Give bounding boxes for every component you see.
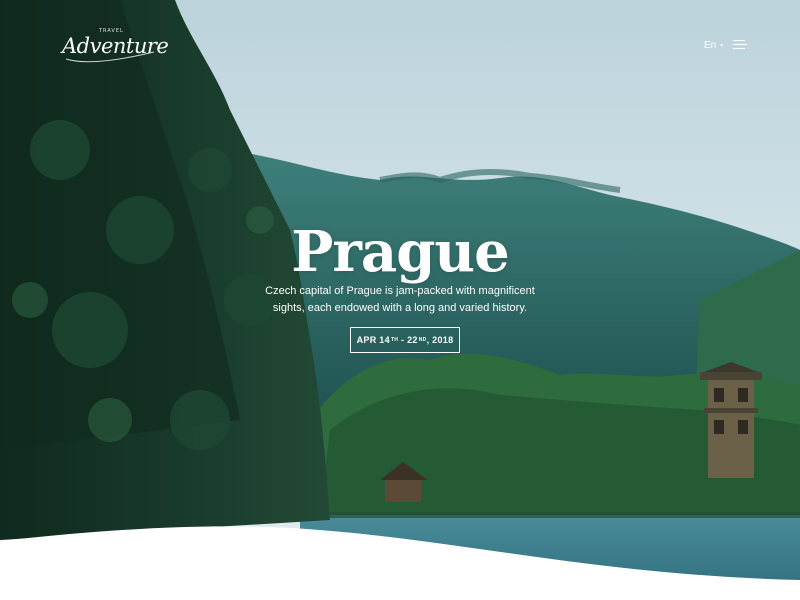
language-label: En — [704, 40, 717, 51]
logo-swash — [65, 51, 155, 63]
hero-description: Czech capital of Prague is jam-packed wi… — [265, 285, 535, 314]
date-start-suffix: TH — [390, 337, 399, 343]
hero-section: TRAVEL Adventure En ▾ Prague Czech capit… — [0, 0, 800, 600]
travel-dates-button[interactable]: APR 14 TH - 22 ND, 2018 — [350, 327, 460, 353]
date-year: , 2018 — [426, 335, 454, 345]
hamburger-menu-icon[interactable] — [733, 40, 747, 50]
chevron-down-icon: ▾ — [720, 43, 724, 49]
date-end: 22 — [407, 335, 418, 345]
page-title: Prague — [291, 218, 509, 285]
date-start: APR 14 — [356, 335, 390, 345]
date-separator: - — [398, 335, 408, 345]
date-end-suffix: ND — [418, 337, 427, 343]
top-navigation: TRAVEL Adventure En ▾ — [0, 0, 800, 90]
language-selector[interactable]: En ▾ — [704, 40, 723, 51]
site-logo[interactable]: TRAVEL Adventure — [62, 28, 169, 64]
